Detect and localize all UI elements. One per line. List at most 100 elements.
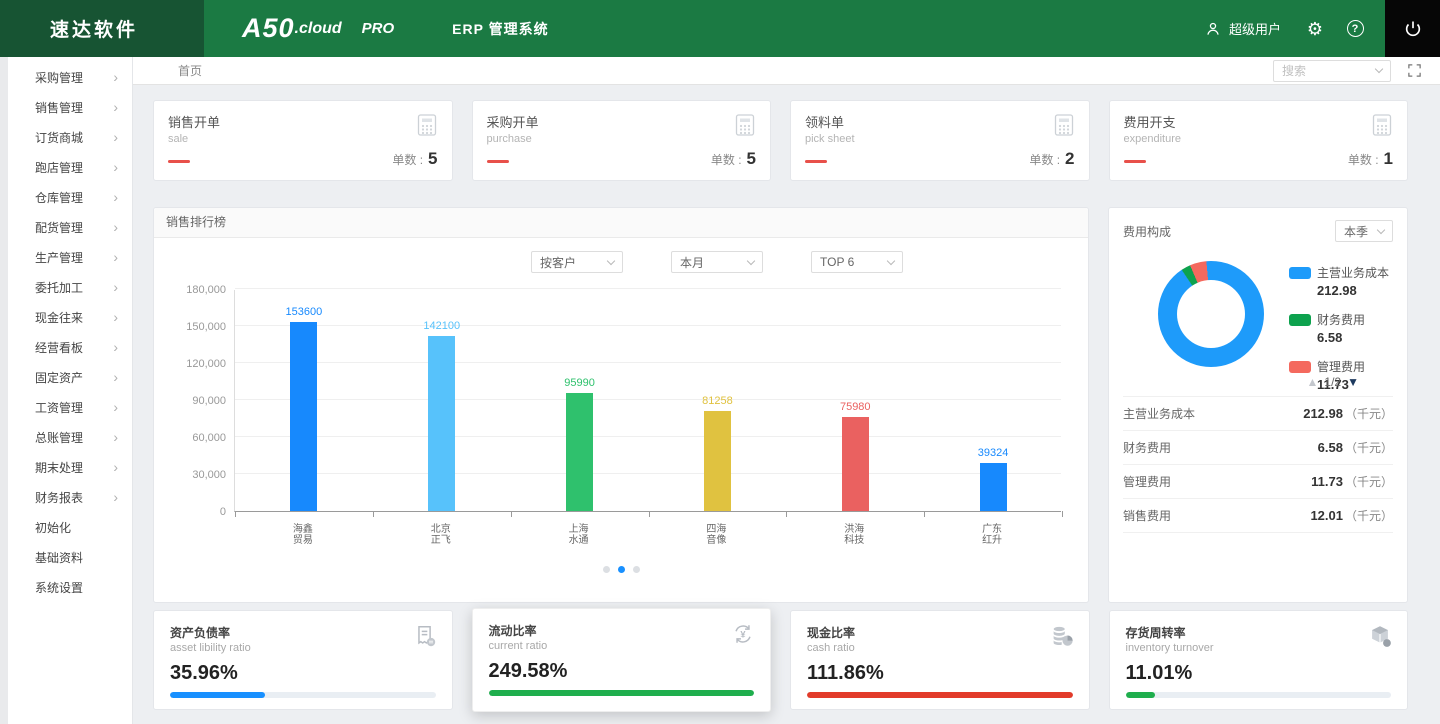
sidebar-item-5[interactable]: 仓库管理›	[8, 182, 132, 212]
settings-button[interactable]: ⚙	[1295, 0, 1335, 57]
bar-value-label: 75980	[815, 401, 895, 413]
filter-period-select[interactable]: 本月	[671, 251, 763, 273]
stat-card-title: 领料单	[805, 112, 1075, 131]
filter-top-select[interactable]: TOP 6	[811, 251, 903, 273]
pager-down-icon[interactable]: ▼	[1347, 375, 1359, 389]
kpi-subtitle: cash ratio	[807, 642, 1073, 654]
filter-period-value: 本月	[680, 254, 704, 271]
chevron-down-icon	[747, 256, 755, 264]
user-menu[interactable]: 超级用户	[1204, 0, 1281, 57]
sidebar-item-18[interactable]: 系统设置	[8, 572, 132, 602]
search-placeholder: 搜索	[1282, 62, 1306, 79]
expense-row-unit: （千元）	[1345, 407, 1393, 421]
kpi-subtitle: inventory turnover	[1126, 642, 1392, 654]
sidebar-item-label: 配货管理	[35, 219, 83, 236]
chevron-right-icon: ›	[113, 310, 118, 324]
sidebar-item-8[interactable]: 委托加工›	[8, 272, 132, 302]
search-select[interactable]: 搜索	[1273, 60, 1391, 82]
x-axis-category-label: 海鑫贸易	[234, 524, 372, 546]
kpi-card-2[interactable]: 流动比率current ratio249.58%¥	[472, 608, 772, 712]
count-label: 单数 :	[1348, 151, 1379, 168]
x-axis-tick	[649, 511, 650, 517]
red-dash	[805, 160, 827, 163]
expense-rows: 主营业务成本212.98（千元）财务费用6.58（千元）管理费用11.73（千元…	[1123, 396, 1393, 533]
kpi-progress-track	[1126, 692, 1392, 698]
kpi-card-1[interactable]: 资产负债率asset libility ratio35.96%	[153, 610, 453, 710]
sidebar-item-17[interactable]: 基础资料	[8, 542, 132, 572]
kpi-subtitle: current ratio	[489, 640, 755, 652]
calculator-icon	[414, 112, 440, 143]
expense-row-value: 212.98（千元）	[1303, 405, 1393, 422]
chevron-right-icon: ›	[113, 70, 118, 84]
stat-card-2[interactable]: 采购开单purchase单数 :5	[472, 100, 772, 181]
sidebar-item-7[interactable]: 生产管理›	[8, 242, 132, 272]
sidebar-item-label: 销售管理	[35, 99, 83, 116]
kpi-card-4[interactable]: 存货周转率inventory turnover11.01%	[1109, 610, 1409, 710]
kpi-card-3[interactable]: 现金比率cash ratio111.86%	[790, 610, 1090, 710]
sidebar-item-14[interactable]: 期末处理›	[8, 452, 132, 482]
count-label: 单数 :	[392, 151, 423, 168]
sidebar-item-6[interactable]: 配货管理›	[8, 212, 132, 242]
legend-label: 财务费用	[1317, 311, 1365, 328]
carousel-dot-3[interactable]	[633, 566, 640, 573]
bar-2	[428, 336, 455, 511]
y-axis-tick-label: 90,000	[154, 395, 226, 407]
chevron-right-icon: ›	[113, 340, 118, 354]
kpi-progress-fill	[807, 692, 1073, 698]
help-button[interactable]: ?	[1335, 0, 1375, 57]
sidebar-item-label: 期末处理	[35, 459, 83, 476]
power-button[interactable]	[1385, 0, 1440, 57]
count-value: 1	[1384, 149, 1393, 169]
brand-block: A50.cloud PRO ERP 管理系统	[242, 0, 549, 57]
stat-card-title: 费用开支	[1124, 112, 1394, 131]
gridline	[235, 288, 1061, 289]
gridline	[235, 473, 1061, 474]
bar-value-label: 95990	[540, 377, 620, 389]
stat-card-subtitle: purchase	[487, 133, 757, 145]
bar-4	[704, 411, 731, 511]
expense-row-value: 6.58（千元）	[1318, 439, 1393, 456]
pager-up-icon[interactable]: ▲	[1307, 375, 1319, 389]
plot-area: 15360014210095990812587598039324	[234, 290, 1061, 512]
fullscreen-button[interactable]	[1407, 63, 1422, 78]
app-logo: 速达软件	[0, 0, 204, 57]
chevron-right-icon: ›	[113, 370, 118, 384]
dashboard: 销售开单sale单数 :5采购开单purchase单数 :5领料单pick sh…	[133, 85, 1440, 714]
sidebar-item-13[interactable]: 总账管理›	[8, 422, 132, 452]
kpi-value: 249.58%	[489, 660, 755, 683]
stat-card-4[interactable]: 费用开支 expenditure 单数 : 1	[1109, 100, 1409, 181]
expense-period-select[interactable]: 本季	[1335, 220, 1393, 242]
kpi-progress-fill	[1126, 692, 1155, 698]
sidebar-item-1[interactable]: 采购管理›	[8, 62, 132, 92]
expense-period-value: 本季	[1344, 223, 1368, 240]
legend-swatch	[1289, 314, 1311, 326]
currency-refresh-icon: ¥	[730, 621, 756, 652]
kpi-progress-fill	[489, 690, 755, 696]
chevron-right-icon: ›	[113, 400, 118, 414]
stat-card-count: 单数 : 1	[1348, 149, 1393, 169]
stat-card-subtitle: expenditure	[1124, 133, 1394, 145]
stat-card-1[interactable]: 销售开单sale单数 :5	[153, 100, 453, 181]
svg-text:¥: ¥	[740, 629, 746, 639]
sidebar-item-9[interactable]: 现金往来 ›	[8, 302, 132, 332]
sidebar-item-16[interactable]: 初始化	[8, 512, 132, 542]
sidebar-item-3[interactable]: 订货商城›	[8, 122, 132, 152]
stat-card-3[interactable]: 领料单pick sheet单数 :2	[790, 100, 1090, 181]
sidebar-item-12[interactable]: 工资管理›	[8, 392, 132, 422]
legend-label: 管理费用	[1317, 358, 1365, 375]
stat-card-count: 单数 :5	[392, 149, 437, 169]
carousel-dot-2[interactable]	[618, 566, 625, 573]
sidebar-item-11[interactable]: 固定资产›	[8, 362, 132, 392]
kpi-value: 35.96%	[170, 662, 436, 685]
sidebar-item-label: 现金往来	[35, 309, 83, 326]
sidebar-item-10[interactable]: 经营看板›	[8, 332, 132, 362]
x-axis-tick	[1062, 511, 1063, 517]
sidebar-item-15[interactable]: 财务报表›	[8, 482, 132, 512]
carousel-dot-1[interactable]	[603, 566, 610, 573]
breadcrumb[interactable]: 首页	[178, 62, 202, 79]
sidebar-scrollbar[interactable]	[0, 57, 8, 724]
sidebar-item-4[interactable]: 跑店管理›	[8, 152, 132, 182]
sidebar-item-2[interactable]: 销售管理›	[8, 92, 132, 122]
filter-dimension-select[interactable]: 按客户	[531, 251, 623, 273]
kpi-row: 资产负债率asset libility ratio35.96%流动比率curre…	[153, 610, 1408, 714]
